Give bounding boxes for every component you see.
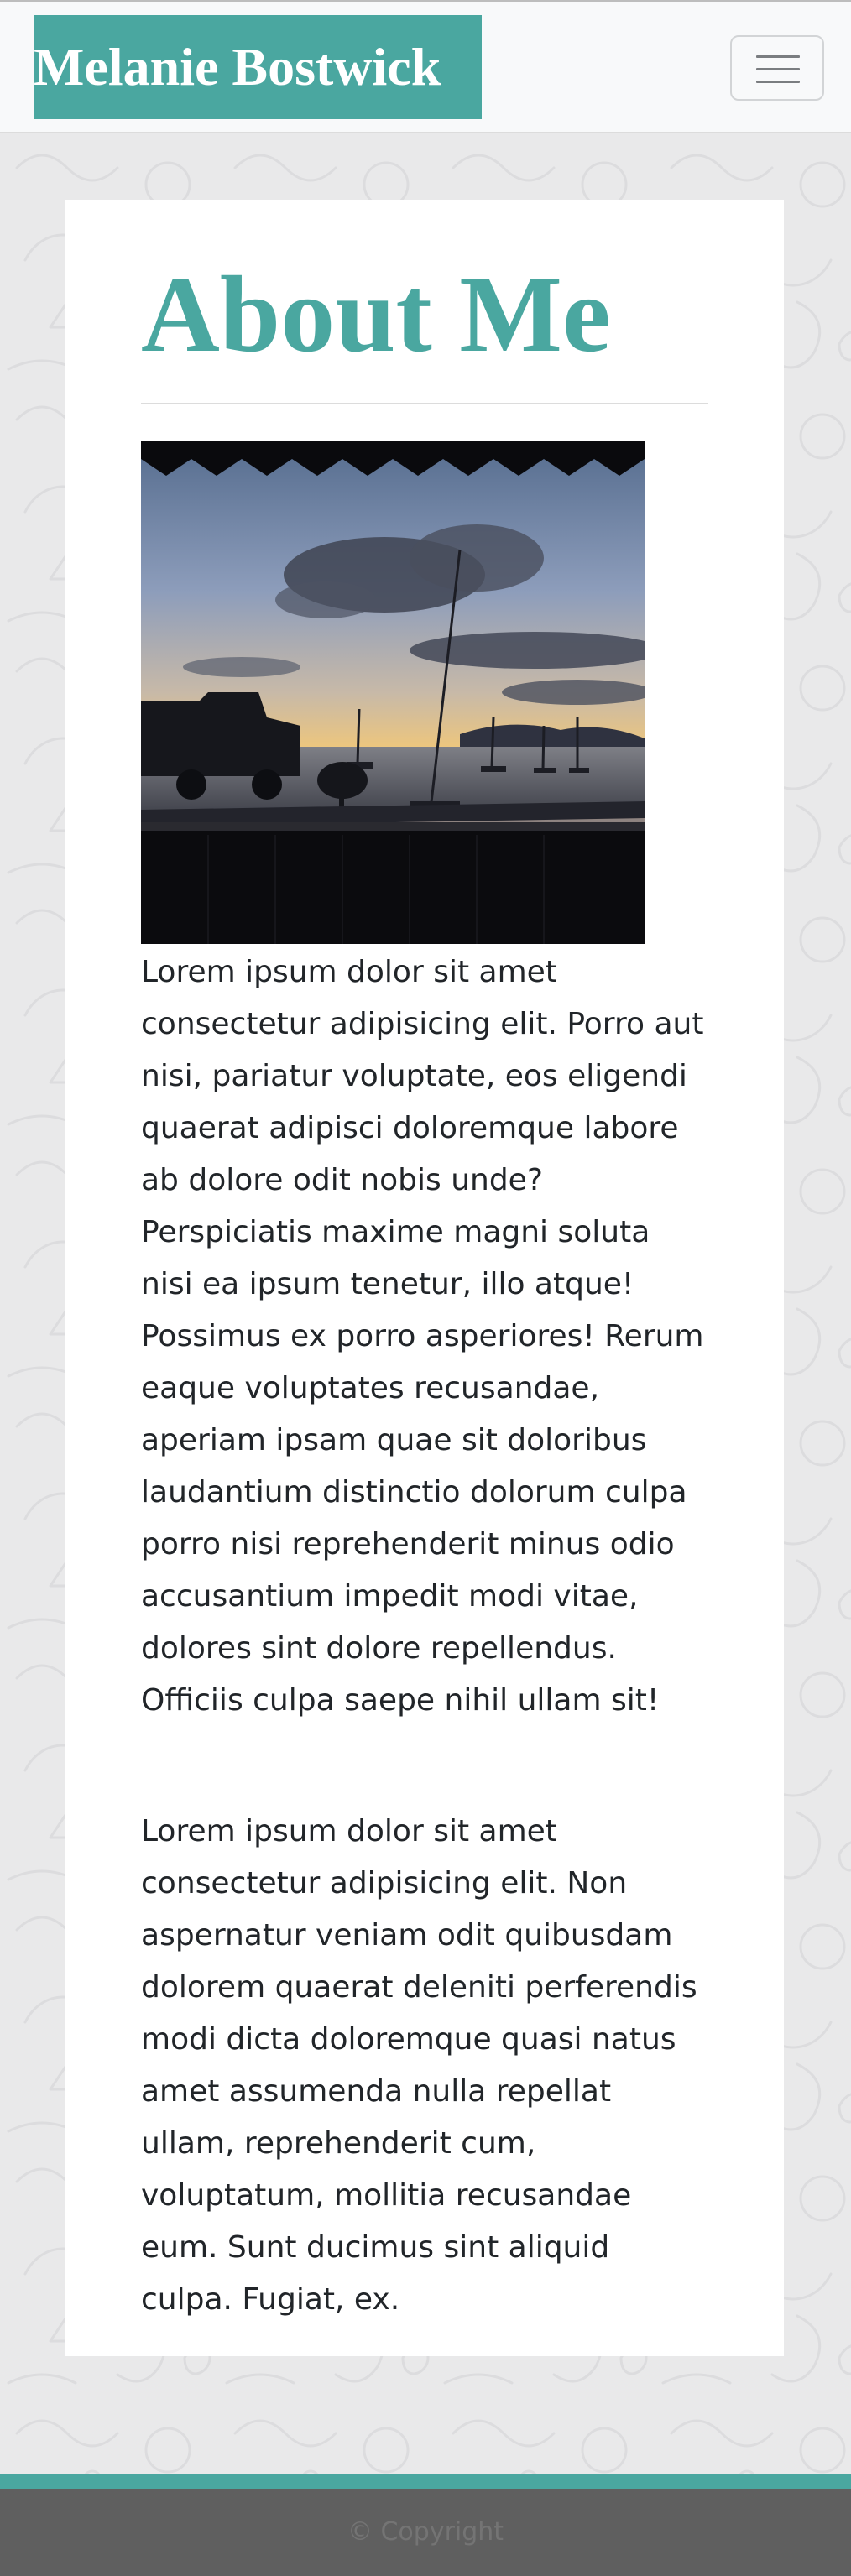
copyright-text: © Copyright [347,2517,504,2547]
about-paragraph-1: Lorem ipsum dolor sit amet consectetur a… [141,955,704,1718]
profile-photo [141,441,645,944]
about-paragraph-2: Lorem ipsum dolor sit amet consectetur a… [141,1814,697,2317]
title-divider [141,403,708,404]
navbar: Melanie Bostwick [0,0,851,133]
navbar-toggle-button[interactable] [730,35,824,101]
footer-accent-bar [0,2474,851,2489]
page-title: About Me [141,254,611,375]
footer: © Copyright [0,2489,851,2576]
brand-link[interactable]: Melanie Bostwick [34,15,482,119]
